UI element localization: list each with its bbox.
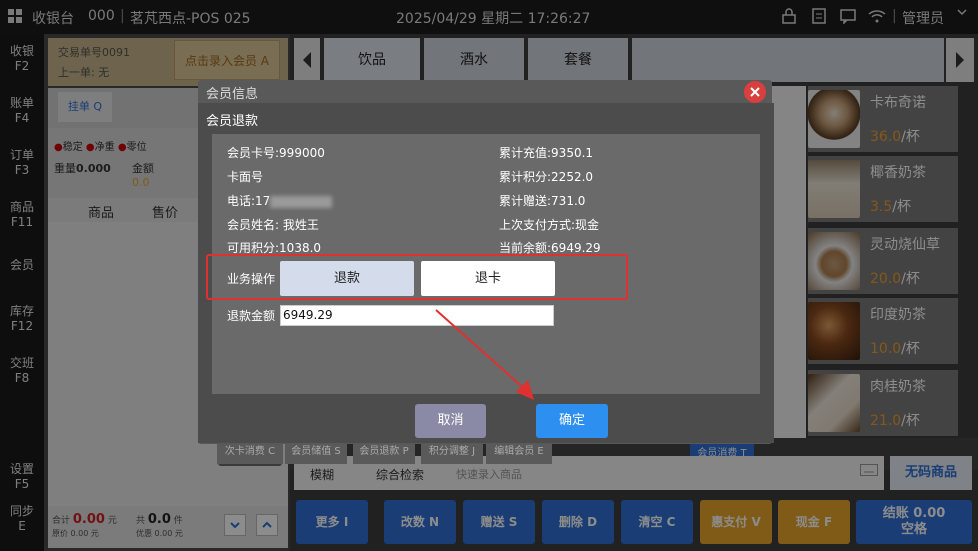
card-number: 会员卡号:999000 [227,146,325,160]
dialog-outer-title: 会员信息 [206,87,259,102]
confirm-button[interactable]: 确定 [536,404,608,438]
last-payment-method: 上次支付方式:现金 [499,218,600,232]
member-name: 会员姓名: 我姓王 [227,218,319,232]
total-gift: 累计赠送:731.0 [499,194,586,208]
total-points: 累计积分:2252.0 [499,170,594,184]
close-icon[interactable] [744,81,766,103]
cancel-button[interactable]: 取消 [415,404,486,438]
red-arrow [435,309,534,400]
cancel-card-option-button[interactable]: 退卡 [421,261,555,296]
refund-amount-label: 退款金额 [227,309,276,323]
phone: 电话:17 [227,192,333,209]
card-face-number: 卡面号 [227,170,264,184]
dialog-title: 会员退款 [206,114,259,129]
operation-label: 业务操作 [227,272,276,286]
total-recharge: 累计充值:9350.1 [499,146,594,160]
refund-option-button[interactable]: 退款 [280,261,414,296]
